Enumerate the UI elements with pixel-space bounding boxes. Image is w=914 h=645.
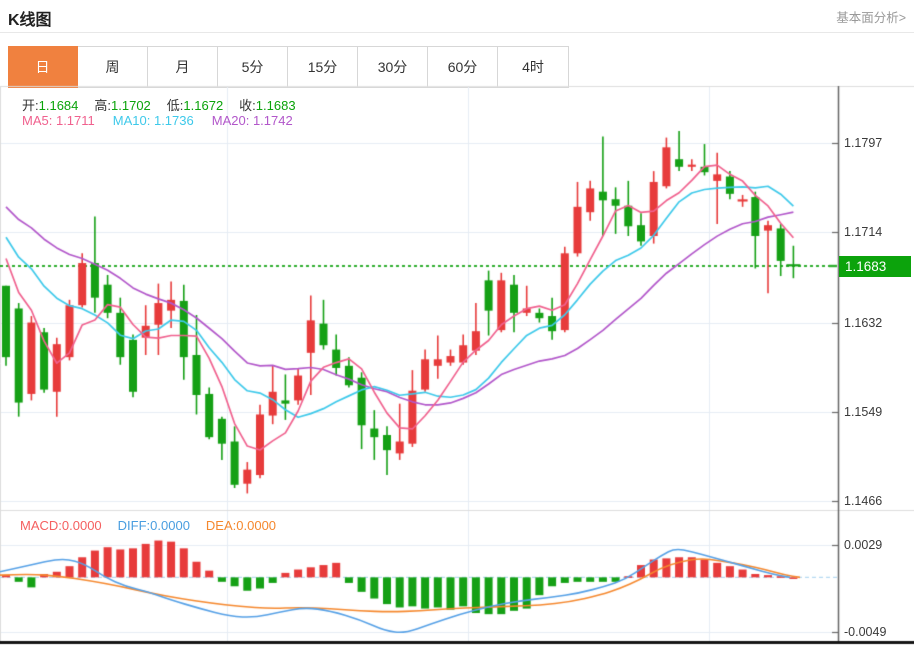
y-axis-label: 1.1466	[844, 494, 882, 508]
ma20-pair: MA20: 1.1742	[212, 113, 293, 128]
ma-info-bar: MA5: 1.1711 MA10: 1.1736 MA20: 1.1742	[22, 113, 293, 128]
open-label: 开:	[22, 98, 39, 113]
y-axis-label: 1.1632	[844, 316, 882, 330]
macd-pair: MACD:0.0000	[20, 518, 102, 533]
ma20-value: 1.1742	[253, 113, 293, 128]
macd-axis-label: -0.0049	[844, 625, 886, 639]
kline-page: K线图 基本面分析> 日 周 月 5分 15分 30分 60分 4时 开:1.1…	[0, 0, 914, 645]
high-pair: 高:1.1702	[94, 95, 150, 114]
macd-info-bar: MACD:0.0000 DIFF:0.0000 DEA:0.0000	[20, 518, 276, 533]
macd-axis-label: 0.0029	[844, 538, 882, 552]
close-value: 1.1683	[256, 98, 296, 113]
ma20-label: MA20:	[212, 113, 250, 128]
close-pair: 收:1.1683	[239, 95, 295, 114]
ohlc-info-bar: 开:1.1684 高:1.1702 低:1.1672 收:1.1683	[22, 95, 296, 114]
close-label: 收:	[239, 98, 256, 113]
ma5-label: MA5:	[22, 113, 52, 128]
dea-pair: DEA:0.0000	[206, 518, 276, 533]
high-label: 高:	[94, 98, 111, 113]
ma10-value: 1.1736	[154, 113, 194, 128]
diff-label: DIFF:	[118, 518, 151, 533]
macd-value: 0.0000	[62, 518, 102, 533]
open-value: 1.1684	[39, 98, 79, 113]
low-pair: 低:1.1672	[167, 95, 223, 114]
diff-pair: DIFF:0.0000	[118, 518, 190, 533]
y-axis-label: 1.1797	[844, 136, 882, 150]
high-value: 1.1702	[111, 98, 151, 113]
y-axis-label: 1.1714	[844, 225, 882, 239]
ma10-label: MA10:	[113, 113, 151, 128]
open-pair: 开:1.1684	[22, 95, 78, 114]
dea-label: DEA:	[206, 518, 236, 533]
ma5-pair: MA5: 1.1711	[22, 113, 95, 128]
current-price-badge: 1.1683	[839, 256, 911, 277]
low-value: 1.1672	[183, 98, 223, 113]
ma10-pair: MA10: 1.1736	[113, 113, 194, 128]
y-axis-label: 1.1549	[844, 405, 882, 419]
low-label: 低:	[167, 98, 184, 113]
dea-value: 0.0000	[236, 518, 276, 533]
diff-value: 0.0000	[150, 518, 190, 533]
ma5-value: 1.1711	[56, 113, 95, 128]
macd-label: MACD:	[20, 518, 62, 533]
